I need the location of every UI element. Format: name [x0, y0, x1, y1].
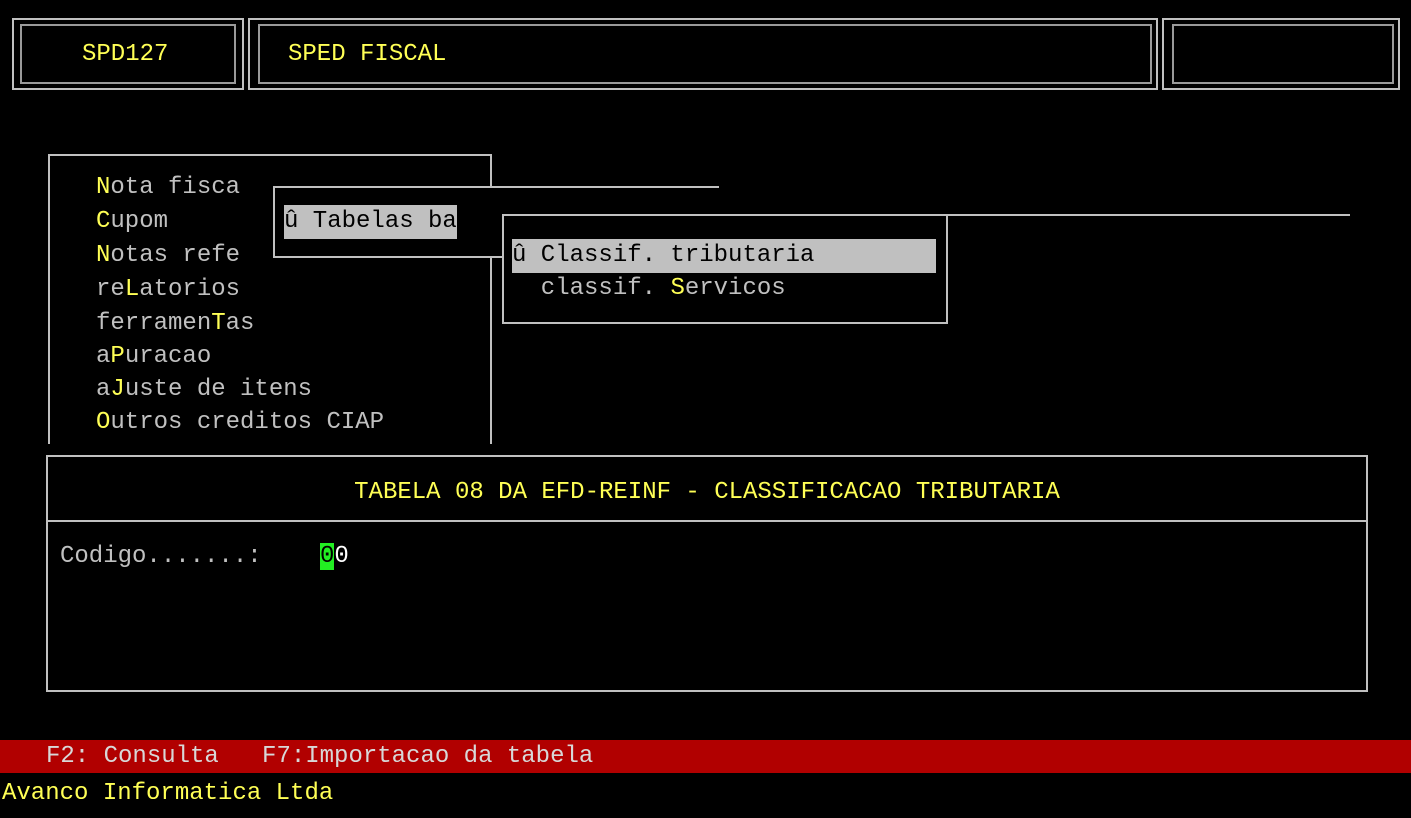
hotkey-letter: J [110, 376, 125, 403]
company-name: Avanco Informatica Ltda [2, 780, 334, 807]
menu-item-label: ervicos [684, 275, 786, 302]
submenu-top-border-extension [750, 214, 1350, 216]
header-right-inner-frame [1172, 24, 1394, 84]
menu-item-notas-referenciadas[interactable]: Notas refe [96, 239, 240, 273]
hotkey-letter: P [110, 343, 125, 370]
menu-item-label-prefix: ferramen [96, 310, 212, 337]
menu-item-label: otas refe [110, 242, 241, 269]
form-title-separator [46, 520, 1368, 522]
module-title: SPED FISCAL [288, 41, 447, 68]
menu-item-label-prefix: classif. [512, 275, 671, 302]
menu-item-label-prefix: a [96, 376, 111, 403]
hotkey-letter: N [96, 242, 111, 269]
function-key-hints: F2: Consulta F7:Importacao da tabela [46, 743, 594, 770]
menu-item-cupom[interactable]: Cupom [96, 205, 168, 239]
menu-item-outros-creditos-ciap[interactable]: Outros creditos CIAP [96, 406, 384, 440]
menu-item-ferramentas[interactable]: ferramenTas [96, 307, 254, 341]
menu-item-label: uste de itens [124, 376, 313, 403]
submenu-item-classif-servicos[interactable]: classif. Servicos [512, 272, 786, 306]
menu-item-label: as [225, 310, 255, 337]
submenu-item-classif-tributaria[interactable]: û Classif. tributaria [512, 239, 936, 273]
hotkey-letter: T [211, 310, 226, 337]
text-cursor: 0 [320, 543, 335, 570]
menu-item-label-prefix: re [96, 276, 125, 303]
menu-item-apuracao[interactable]: aPuracao [96, 340, 211, 374]
menu-item-ajuste-de-itens[interactable]: aJuste de itens [96, 373, 312, 407]
menu-item-label: ota fisca [110, 174, 241, 201]
menu-item-label: uracao [124, 343, 212, 370]
form-title: TABELA 08 DA EFD-REINF - CLASSIFICACAO T… [354, 479, 1060, 506]
hotkey-letter: O [96, 409, 111, 436]
submenu-item-tabelas-basicas[interactable]: û Tabelas ba [284, 205, 457, 239]
code-input-value: 0 [334, 543, 349, 570]
hotkey-letter: C [96, 208, 111, 235]
menu-item-nota-fiscal[interactable]: Nota fisca [96, 171, 240, 205]
hotkey-letter: L [124, 276, 140, 303]
hotkey-letter: S [670, 275, 685, 302]
hotkey-letter: N [96, 174, 111, 201]
menu-item-relatorios[interactable]: reLatorios [96, 273, 240, 307]
menu-item-label: utros creditos CIAP [110, 409, 385, 436]
code-input[interactable]: 00 [320, 540, 349, 574]
code-field-label: Codigo.......: [60, 543, 262, 570]
program-code: SPD127 [82, 41, 169, 68]
menu-item-label: upom [110, 208, 169, 235]
menu-item-label-prefix: a [96, 343, 111, 370]
menu-item-label: atorios [139, 276, 241, 303]
